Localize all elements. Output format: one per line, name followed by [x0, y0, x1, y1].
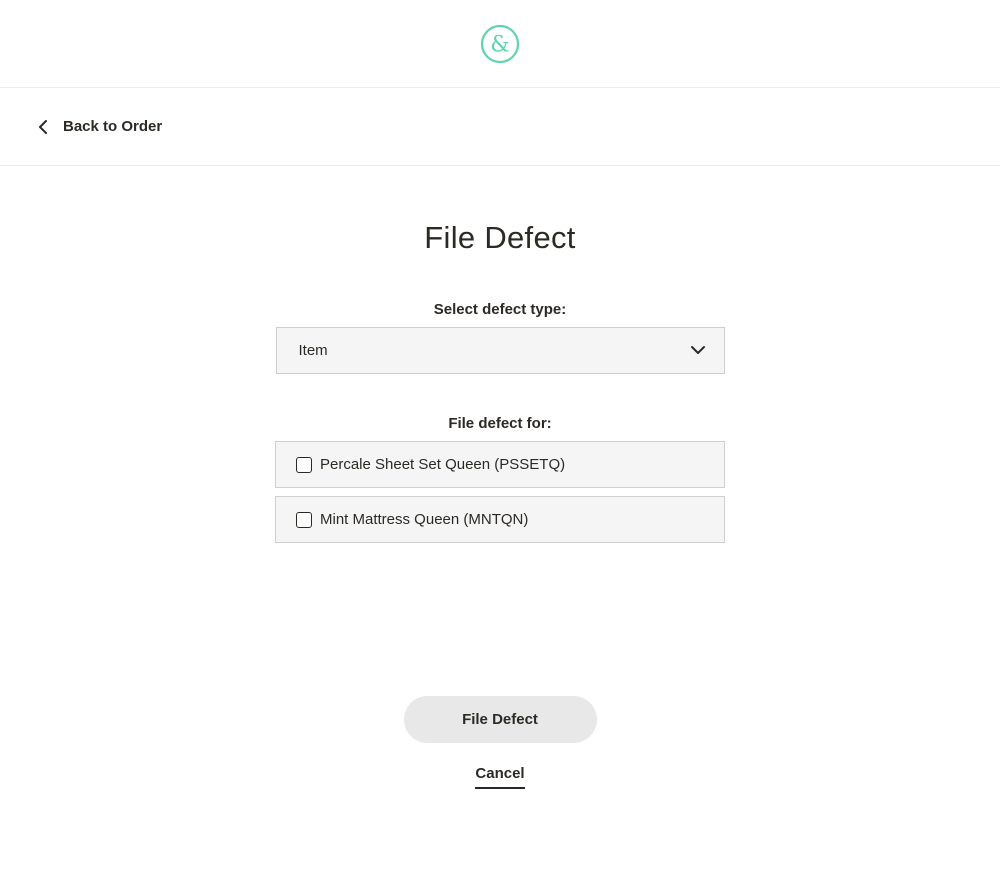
svg-text:&: & [490, 32, 510, 57]
main-content: File Defect Select defect type: Item Fil… [0, 166, 1000, 789]
item-label: Mint Mattress Queen (MNTQN) [320, 511, 529, 528]
defect-type-select[interactable]: Item [275, 327, 725, 374]
file-defect-for-label: File defect for: [448, 415, 552, 432]
defect-item-list: Percale Sheet Set Queen (PSSETQ) Mint Ma… [275, 441, 725, 551]
back-to-order-label: Back to Order [63, 118, 163, 135]
ampersand-logo-icon[interactable]: & [480, 24, 520, 64]
defect-type-value: Item [298, 342, 328, 359]
back-to-order-link[interactable]: Back to Order [38, 118, 162, 135]
item-checkbox[interactable] [296, 511, 312, 528]
item-checkbox[interactable] [296, 456, 312, 473]
chevron-down-icon [690, 342, 706, 360]
defect-type-label: Select defect type: [433, 301, 567, 318]
page-title: File Defect [424, 220, 576, 255]
defect-item-option[interactable]: Percale Sheet Set Queen (PSSETQ) [275, 441, 725, 488]
item-label: Percale Sheet Set Queen (PSSETQ) [320, 456, 566, 473]
defect-item-option[interactable]: Mint Mattress Queen (MNTQN) [275, 496, 725, 543]
top-header: & [0, 0, 1000, 88]
back-bar: Back to Order [0, 88, 1000, 166]
file-defect-button[interactable]: File Defect [403, 696, 597, 743]
chevron-left-icon [38, 119, 50, 135]
cancel-link[interactable]: Cancel [475, 765, 525, 789]
